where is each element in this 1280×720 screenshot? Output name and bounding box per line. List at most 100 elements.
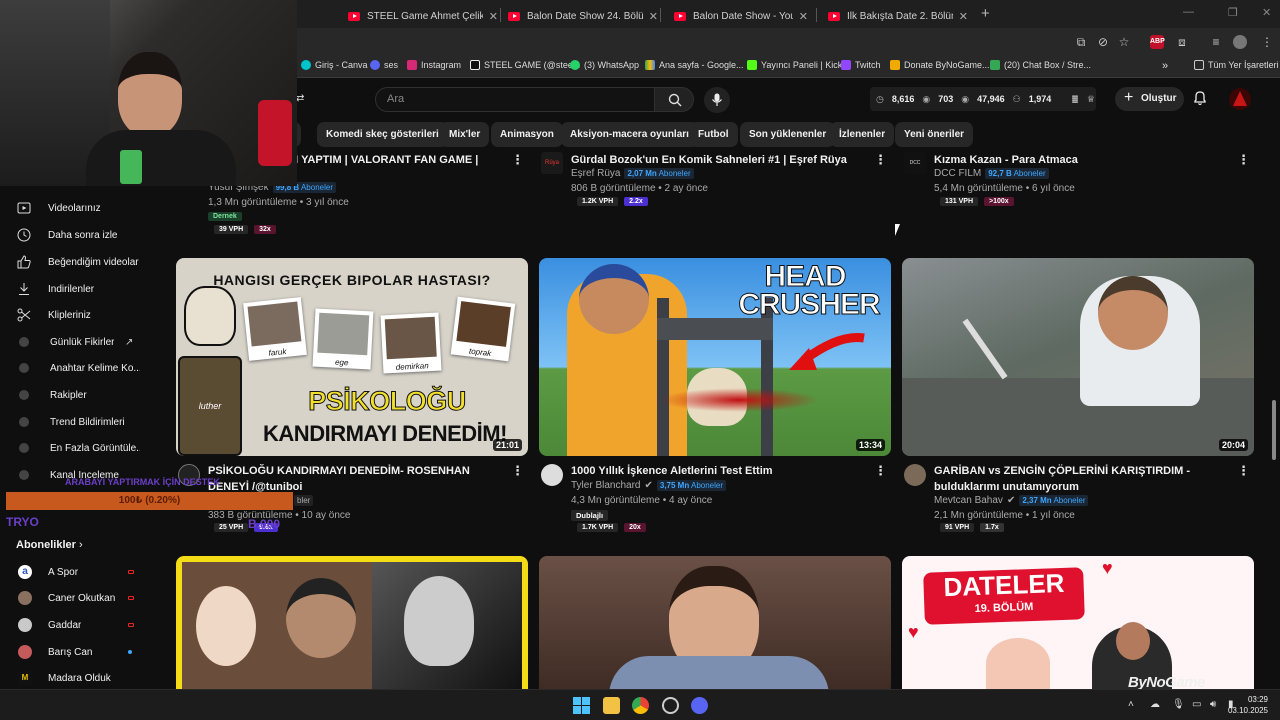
menu-icon[interactable]: ⋮ [1260,35,1274,49]
video-title[interactable]: GARİBAN vs ZENGİN ÇÖPLERİNİ KARIŞTIRDIM … [934,463,1234,495]
channel-name[interactable]: Mevtcan Bahav ✔ 2,37 Mn Aboneler [934,495,1089,506]
channel-name[interactable]: Eşref Rüya 2,07 Mn Aboneler [571,168,694,179]
bookmark-canva[interactable]: Giriş - Canva [301,60,368,70]
channel-stats-widget[interactable]: ◷ 8,616 ◉ 703 ◉ 47,946 ⚇ 1,974 ≣ ♕ [870,87,1096,111]
sidebar-item-clips[interactable]: Klipleriniz [0,303,160,327]
bookmarks-more-icon[interactable]: » [1162,60,1168,72]
more-options-icon[interactable]: ⋮ [874,152,887,168]
browser-tab[interactable]: Balon Date Show - YouTube ✕ [666,4,816,28]
more-options-icon[interactable]: ⋮ [1237,152,1250,168]
maximize-icon[interactable]: ❐ [1228,6,1238,19]
sidebar-item-videolariniz[interactable]: Videolarınız [0,196,160,220]
microphone-icon[interactable]: 🎙︎ [1172,699,1185,710]
chip[interactable]: Futbol [689,122,738,147]
close-tab-icon[interactable]: ✕ [489,10,498,23]
close-tab-icon[interactable]: ✕ [959,10,968,23]
playlist-icon[interactable]: ≡ [1209,35,1223,49]
channel-name[interactable]: DCC FILM 92,7 B Aboneler [934,168,1049,179]
bookmark-chatbox[interactable]: (20) Chat Box / Stre... [990,60,1091,70]
video-title[interactable]: Kızma Kazan - Para Atmaca [934,152,1234,168]
video-title[interactable]: 1000 Yıllık İşkence Aletlerini Test Etti… [571,463,871,479]
bookmark-donate[interactable]: Donate ByNoGame... [890,60,990,70]
discord-icon[interactable] [691,697,708,714]
channel-name[interactable]: bler [294,495,314,506]
volume-icon[interactable]: 🔊︎ [1210,699,1216,710]
bookmark-whatsapp[interactable]: (3) WhatsApp [570,60,639,70]
chip[interactable]: Komedi skeç gösterileri [317,122,448,147]
close-tab-icon[interactable]: ✕ [649,10,658,23]
bell-icon[interactable] [1193,90,1207,106]
channel-avatar[interactable] [541,464,563,486]
more-options-icon[interactable]: ⋮ [874,463,887,479]
sidebar-channel[interactable]: Gaddar [0,613,160,637]
bookmark-instagram[interactable]: Instagram [407,60,461,70]
more-options-icon[interactable]: ⋮ [511,463,524,479]
bookmark-kick[interactable]: Yayıncı Paneli | Kick [747,60,842,70]
bookmark-twitch[interactable]: Twitch [841,60,881,70]
sidebar-item-downloads[interactable]: İndirilenler [0,277,160,301]
sidebar-item-most-viewed[interactable]: En Fazla Görüntüle... [0,436,160,460]
minimize-icon[interactable]: — [1183,6,1194,18]
video-card[interactable]: HEAD CRUSHER 13:34 1000 Yıllık İşkence A… [539,258,891,538]
new-tab-icon[interactable]: + [981,5,990,22]
search-button[interactable] [654,87,694,112]
video-thumbnail[interactable] [176,556,528,689]
sidebar-item-watch-later[interactable]: Daha sonra izle [0,223,160,247]
video-title[interactable]: Gürdal Bozok'un En Komik Sahneleri #1 | … [571,152,871,168]
more-options-icon[interactable]: ⋮ [511,152,524,168]
close-tab-icon[interactable]: ✕ [799,10,808,23]
video-thumbnail[interactable]: HANGISI GERÇEK BIPOLAR HASTASI? faruk eg… [176,258,528,456]
more-options-icon[interactable]: ⋮ [1237,463,1250,479]
chip[interactable]: Yeni öneriler [895,122,974,147]
search-input[interactable]: Ara [375,87,655,112]
channel-avatar[interactable]: Rüya [541,152,563,174]
all-bookmarks[interactable]: Tüm Yer İşaretleri [1194,60,1279,70]
chip[interactable]: Animasyon [491,122,563,147]
video-card[interactable]: 20:04 GARİBAN vs ZENGİN ÇÖPLERİNİ KARIŞT… [902,258,1254,538]
video-thumbnail[interactable]: DATELER 19. BÖLÜM ♥ ♥ [902,556,1254,689]
video-thumbnail[interactable] [539,556,891,689]
network-icon[interactable]: ▭ [1192,699,1201,710]
windows-start-icon[interactable] [573,697,590,714]
star-icon[interactable]: ☆ [1117,35,1131,49]
sidebar-channel[interactable]: M Madara Olduk [0,666,160,690]
video-thumbnail[interactable]: 20:04 [902,258,1254,456]
subscriptions-header[interactable]: Abonelikler › [16,539,83,551]
browser-tab[interactable]: İlk Bakışta Date 2. Bölüm - You ✕ [820,4,976,28]
browser-tab[interactable]: STEEL Game Ahmet Çelik - You ✕ [340,4,506,28]
sidebar-item-liked[interactable]: Beğendiğim videolar [0,250,160,274]
create-button[interactable]: Oluştur [1115,86,1184,111]
bookmark-google-drive[interactable]: Ana sayfa - Google... [645,60,744,70]
sidebar-item-trend[interactable]: Trend Bildirimleri [0,410,160,434]
profile-icon[interactable] [1233,35,1247,49]
obs-icon[interactable] [662,697,679,714]
browser-tab[interactable]: Balon Date Show 24. Bölüm - Y ✕ [500,4,666,28]
sidebar-channel[interactable]: Barış Can [0,640,160,664]
extensions-icon[interactable]: ⧈ [1175,35,1189,49]
taskbar-clock[interactable]: 03:29 03.10.2025 [1228,694,1268,716]
sidebar-channel[interactable]: Caner Okutkan [0,586,160,610]
cast-icon[interactable]: ⧉ [1074,35,1088,49]
studio-settings-icon[interactable]: ⇄ [296,93,304,104]
chip[interactable]: Mix'ler [440,122,490,147]
video-card[interactable]: DCC Kızma Kazan - Para Atmaca ⋮ DCC FILM… [902,150,1254,250]
video-thumbnail[interactable]: HEAD CRUSHER 13:34 [539,258,891,456]
sidebar-item-keyword[interactable]: Anahtar Kelime Ko... [0,356,160,380]
tray-chevron-icon[interactable]: ˄ [1128,699,1134,710]
hide-icon[interactable]: ⊘ [1096,35,1110,49]
video-card[interactable]: Rüya Gürdal Bozok'un En Komik Sahneleri … [539,150,891,250]
adblock-icon[interactable]: ABP [1150,35,1165,49]
chip[interactable]: Son yüklenenler [740,122,836,147]
bookmark-tiktok[interactable]: STEEL GAME (@stee... [470,60,580,70]
bookmark-ses[interactable]: ses [370,60,398,70]
cloud-icon[interactable]: ☁ [1150,699,1160,710]
video-card[interactable] [176,556,528,689]
voice-search-button[interactable] [704,87,730,113]
sidebar-channel[interactable]: a A Spor [0,560,160,584]
video-card[interactable]: DATELER 19. BÖLÜM ♥ ♥ [902,556,1254,689]
sidebar-item-daily-ideas[interactable]: Günlük Fikirler ↗ [0,330,160,354]
scrollbar-thumb[interactable] [1272,400,1276,460]
video-card[interactable] [539,556,891,689]
file-explorer-icon[interactable] [603,697,620,714]
channel-avatar[interactable]: DCC [904,152,926,174]
